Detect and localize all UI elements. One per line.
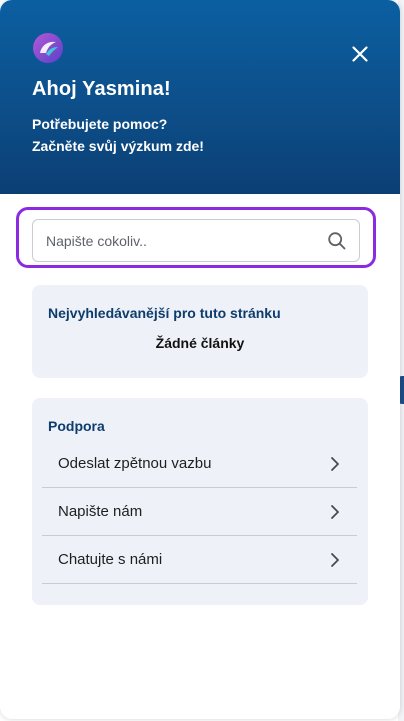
help-subtitle: Potřebujete pomoc? xyxy=(32,116,168,132)
write-to-us-item[interactable]: Napište nám xyxy=(42,488,357,536)
search-input[interactable] xyxy=(46,232,327,249)
support-item-label: Odeslat zpětnou vazbu xyxy=(58,455,212,472)
greeting-title: Ahoj Yasmina! xyxy=(32,78,171,100)
brand-logo-icon xyxy=(33,33,63,63)
help-subtitle-secondary: Začněte svůj výzkum zde! xyxy=(32,138,204,154)
close-icon xyxy=(352,46,368,62)
chevron-right-icon xyxy=(331,504,339,519)
popular-articles-card: Nejvyhledávanější pro tuto stránku Žádné… xyxy=(32,285,368,378)
search-icon[interactable] xyxy=(327,231,347,251)
no-articles-text: Žádné články xyxy=(155,335,245,351)
support-card: Podpora Odeslat zpětnou vazbu Napište ná… xyxy=(32,398,368,605)
send-feedback-item[interactable]: Odeslat zpětnou vazbu xyxy=(42,440,357,488)
search-focus-ring xyxy=(16,207,376,268)
chevron-right-icon xyxy=(331,456,339,471)
support-title: Podpora xyxy=(48,418,105,434)
popular-articles-title: Nejvyhledávanější pro tuto stránku xyxy=(48,305,281,321)
search-box xyxy=(32,219,360,262)
support-list: Odeslat zpětnou vazbu Napište nám Chatuj… xyxy=(42,440,357,584)
panel-header: Ahoj Yasmina! Potřebujete pomoc? Začněte… xyxy=(0,0,400,194)
support-item-label: Napište nám xyxy=(58,503,143,520)
chevron-right-icon xyxy=(331,552,339,567)
chat-with-us-item[interactable]: Chatujte s námi xyxy=(42,536,357,584)
support-item-label: Chatujte s námi xyxy=(58,551,163,568)
help-panel: Ahoj Yasmina! Potřebujete pomoc? Začněte… xyxy=(0,0,400,719)
close-button[interactable] xyxy=(350,44,370,64)
